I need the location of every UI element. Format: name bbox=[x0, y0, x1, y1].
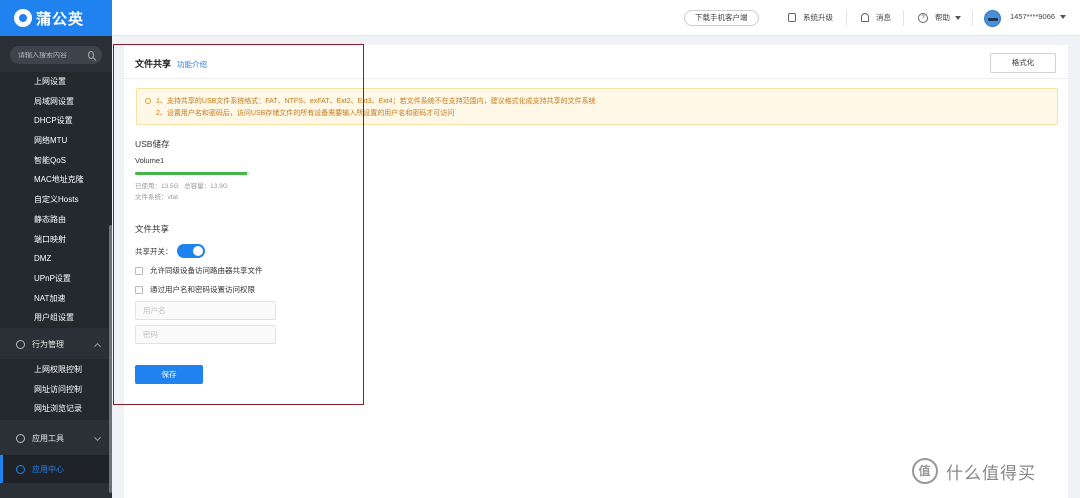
avatar[interactable] bbox=[984, 10, 1001, 27]
notice-box: 1、支持共享的USB文件系统格式：FAT、NTFS、exFAT、Ext2、Ext… bbox=[136, 88, 1058, 125]
sidebar-item-url-control[interactable]: 网址访问控制 bbox=[0, 380, 112, 400]
sidebar-item-app-center[interactable]: 应用中心 bbox=[0, 455, 112, 483]
warning-icon bbox=[145, 98, 151, 104]
sidebar-item-qos[interactable]: 智能QoS bbox=[0, 151, 112, 171]
feature-intro-link[interactable]: 功能介绍 bbox=[177, 59, 207, 70]
network-submenu: 上网设置 局域网设置 DHCP设置 网络MTU 智能QoS MAC地址克隆 自定… bbox=[0, 72, 112, 328]
username-field[interactable] bbox=[135, 301, 276, 320]
upgrade-label: 系统升级 bbox=[803, 13, 833, 22]
sidebar-item-dhcp[interactable]: DHCP设置 bbox=[0, 111, 112, 131]
sidebar-group-tools[interactable]: 应用工具 bbox=[0, 424, 112, 452]
sidebar-item-mac-clone[interactable]: MAC地址克隆 bbox=[0, 170, 112, 190]
caret-down-icon bbox=[955, 15, 961, 20]
notice-line-2: 2、设置用户名和密码后，访问USB存储文件的所有设备需要输入所设置的用户名和密码… bbox=[156, 110, 455, 117]
header-divider bbox=[124, 78, 1068, 79]
bell-icon bbox=[861, 13, 869, 22]
user-menu[interactable]: 1457****9066 bbox=[1010, 12, 1067, 21]
messages-button[interactable]: 消息 bbox=[861, 12, 891, 23]
divider bbox=[903, 10, 904, 26]
logo-icon bbox=[14, 9, 32, 27]
allow-peer-row: 允许同级设备访问路由器共享文件 bbox=[135, 265, 263, 276]
sidebar-scrollbar[interactable] bbox=[109, 225, 112, 493]
sidebar-item-nat[interactable]: NAT加速 bbox=[0, 289, 112, 309]
sidebar-item-upnp[interactable]: UPnP设置 bbox=[0, 269, 112, 289]
sidebar-item-static-route[interactable]: 静态路由 bbox=[0, 210, 112, 230]
download-app-button[interactable]: 下载手机客户端 bbox=[684, 10, 759, 26]
password-field[interactable] bbox=[135, 325, 276, 344]
fs-value: vfat bbox=[167, 194, 178, 201]
app-name: 蒲公英 bbox=[36, 10, 85, 28]
usb-section-title: USB储存 bbox=[135, 139, 170, 149]
fs-label: 文件系统： bbox=[135, 194, 168, 201]
sidebar-group-label: 行为管理 bbox=[32, 340, 64, 350]
allow-peer-label: 允许同级设备访问路由器共享文件 bbox=[150, 266, 263, 275]
sidebar-group-label: 应用工具 bbox=[32, 433, 64, 443]
sidebar-item-port-forward[interactable]: 端口映射 bbox=[0, 230, 112, 250]
search-input[interactable] bbox=[18, 51, 88, 59]
total-label: 总容量： bbox=[184, 183, 211, 190]
share-switch-label: 共享开关： bbox=[135, 246, 173, 256]
auth-row: 通过用户名和密码设置访问权限 bbox=[135, 284, 255, 295]
file-share-panel: 文件共享 功能介绍 格式化 1、支持共享的USB文件系统格式：FAT、NTFS、… bbox=[124, 45, 1068, 498]
share-section-title: 文件共享 bbox=[135, 224, 170, 234]
auth-checkbox[interactable] bbox=[135, 285, 143, 294]
help-menu[interactable]: ? 帮助 bbox=[918, 12, 961, 23]
behavior-icon bbox=[16, 340, 25, 350]
used-label: 已使用： bbox=[135, 183, 161, 190]
usage-bar-fill bbox=[135, 172, 247, 175]
sidebar-item-label: 应用中心 bbox=[32, 464, 64, 474]
fs-meta: 文件系统：vfat bbox=[135, 191, 178, 201]
logo[interactable]: 蒲公英 bbox=[0, 0, 112, 36]
sidebar: 蒲公英 上网设置 局域网设置 DHCP设置 网络MTU 智能QoS MAC地址克… bbox=[0, 0, 112, 498]
page-header: 文件共享 功能介绍 bbox=[135, 57, 207, 70]
usage-bar bbox=[135, 172, 250, 175]
sidebar-item-mtu[interactable]: 网络MTU bbox=[0, 131, 112, 151]
usage-meta: 已使用：13.5G 总容量：13.9G bbox=[135, 180, 228, 190]
search-icon[interactable] bbox=[88, 51, 94, 59]
help-label: 帮助 bbox=[935, 13, 950, 22]
user-label: 1457****9066 bbox=[1010, 12, 1056, 21]
watermark: 值 什么值得买 bbox=[912, 458, 1036, 484]
watermark-text: 什么值得买 bbox=[946, 463, 1036, 483]
sidebar-item-lan[interactable]: 局域网设置 bbox=[0, 92, 112, 112]
sidebar-search bbox=[10, 46, 102, 64]
save-button[interactable]: 保存 bbox=[135, 365, 203, 384]
system-upgrade-button[interactable]: 系统升级 bbox=[788, 12, 833, 23]
chevron-up-icon bbox=[93, 342, 102, 350]
caret-down-icon bbox=[1060, 14, 1067, 19]
sidebar-group-behavior[interactable]: 行为管理 bbox=[0, 331, 112, 359]
chevron-down-icon bbox=[93, 433, 102, 442]
page-title: 文件共享 bbox=[135, 59, 172, 69]
app-center-icon bbox=[16, 464, 25, 474]
watermark-icon: 值 bbox=[912, 458, 938, 484]
total-value: 13.9G bbox=[210, 183, 228, 190]
divider bbox=[846, 10, 847, 26]
help-icon: ? bbox=[918, 12, 928, 23]
sidebar-item-hosts[interactable]: 自定义Hosts bbox=[0, 190, 112, 210]
lock-icon bbox=[788, 13, 796, 22]
sidebar-item-user-group[interactable]: 用户组设置 bbox=[0, 308, 112, 328]
sidebar-item-wan[interactable]: 上网设置 bbox=[0, 72, 112, 92]
share-switch-row: 共享开关： bbox=[135, 244, 205, 258]
volume-name: Volume1 bbox=[135, 156, 165, 165]
behavior-submenu: 上网权限控制 网址访问控制 网址浏览记录 bbox=[0, 358, 112, 420]
sidebar-item-url-log[interactable]: 网址浏览记录 bbox=[0, 399, 112, 419]
used-value: 13.5G bbox=[161, 183, 179, 190]
format-button[interactable]: 格式化 bbox=[990, 53, 1056, 73]
allow-peer-checkbox[interactable] bbox=[135, 266, 143, 275]
topbar: 下载手机客户端 系统升级 消息 ? 帮助 1457****9066 bbox=[112, 0, 1080, 36]
sidebar-item-access-control[interactable]: 上网权限控制 bbox=[0, 360, 112, 380]
notice-line-1: 1、支持共享的USB文件系统格式：FAT、NTFS、exFAT、Ext2、Ext… bbox=[156, 98, 596, 105]
sidebar-item-dmz[interactable]: DMZ bbox=[0, 249, 112, 269]
messages-label: 消息 bbox=[876, 13, 891, 22]
tools-icon bbox=[16, 433, 25, 443]
share-toggle[interactable] bbox=[176, 244, 205, 258]
divider bbox=[972, 10, 973, 26]
auth-label: 通过用户名和密码设置访问权限 bbox=[150, 285, 255, 294]
